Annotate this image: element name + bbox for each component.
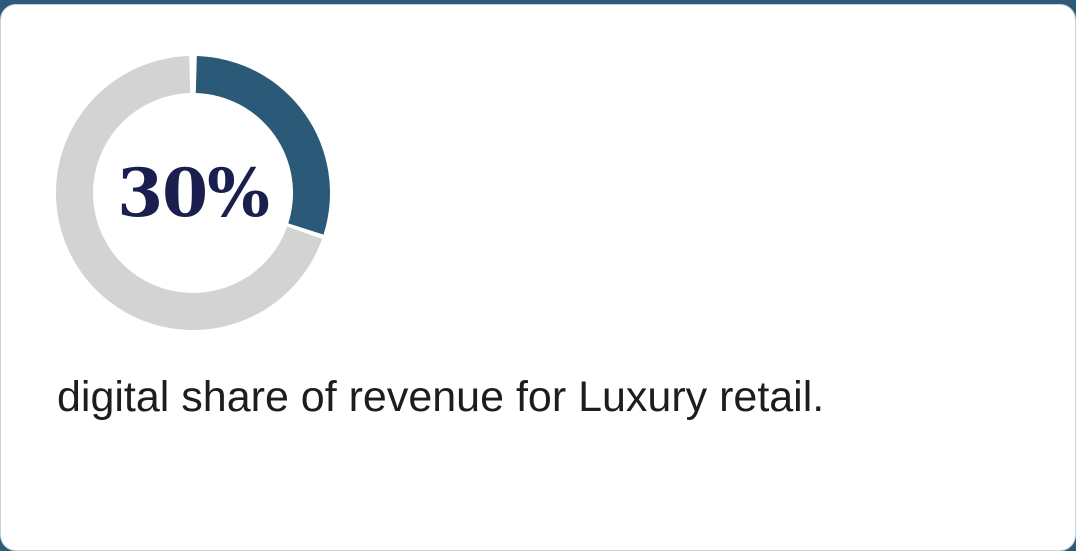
donut-chart: 30%: [53, 53, 333, 333]
stat-card: 30% digital share of revenue for Luxury …: [0, 4, 1076, 551]
stat-caption: digital share of revenue for Luxury reta…: [57, 373, 825, 421]
donut-center-value: 30%: [117, 154, 270, 232]
